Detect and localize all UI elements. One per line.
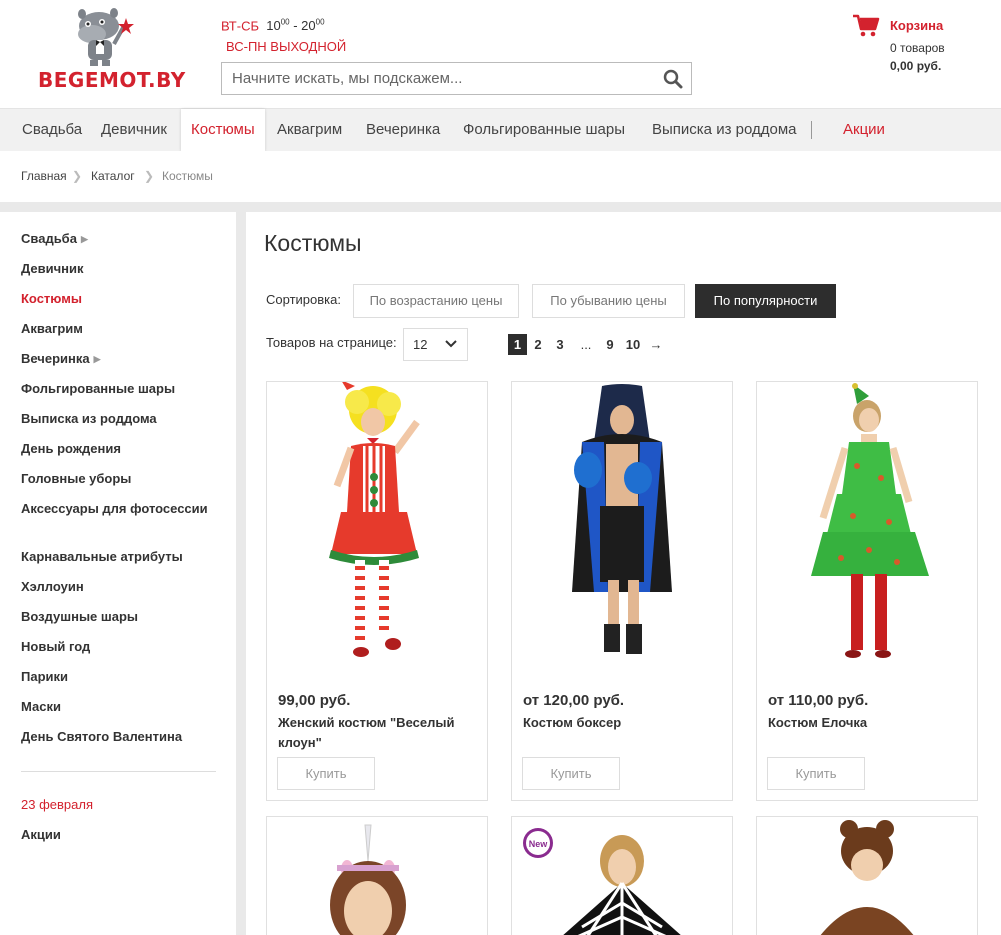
product-card[interactable]: от 110,00 руб. Костюм Елочка Купить — [756, 381, 978, 801]
product-card[interactable]: от 120,00 руб. Костюм боксер Купить — [511, 381, 733, 801]
sidebar-item-birthday[interactable]: День рождения — [21, 440, 211, 458]
topnav-item-facepaint[interactable]: Аквагрим — [277, 109, 342, 152]
sidebar-divider — [21, 771, 216, 772]
product-card[interactable] — [756, 816, 978, 935]
sidebar-item-balloons[interactable]: Воздушные шары — [21, 608, 211, 626]
sort-popularity-button[interactable]: По популярности — [695, 284, 836, 318]
sort-price-desc-button[interactable]: По убыванию цены — [532, 284, 685, 318]
breadcrumb-separator-icon: ❯ — [144, 169, 155, 183]
product-card[interactable]: 99,00 руб. Женский костюм "Веселый клоун… — [266, 381, 488, 801]
breadcrumb-home[interactable]: Главная — [21, 169, 67, 183]
cart-icon[interactable] — [852, 14, 880, 38]
cart-widget[interactable]: Корзина 0 товаров 0,00 руб. — [852, 14, 992, 84]
topnav-item-promotions[interactable]: Акции — [843, 109, 885, 152]
product-price: 99,00 руб. — [278, 692, 351, 709]
buy-button[interactable]: Купить — [767, 757, 865, 790]
sidebar-item-halloween[interactable]: Хэллоуин — [21, 578, 211, 596]
sidebar-item-photo-accessories[interactable]: Аксессуары для фотосессии — [21, 500, 211, 518]
product-price: от 120,00 руб. — [523, 692, 625, 709]
hours-time: 1000 - 2000 — [266, 18, 325, 34]
sidebar-item-wigs[interactable]: Парики — [21, 668, 211, 686]
hippo-mascot-icon — [78, 8, 134, 66]
topnav-item-bachelorette[interactable]: Девичник — [101, 109, 167, 152]
breadcrumb: Главная ❯ Каталог ❯ Костюмы — [0, 151, 1001, 202]
per-page-select[interactable]: 12 — [403, 328, 468, 361]
sidebar-item-facepaint[interactable]: Аквагрим — [21, 320, 211, 338]
topnav-item-foil-balloons[interactable]: Фольгированные шары — [463, 109, 625, 152]
product-image-christmas-tree[interactable] — [757, 382, 977, 672]
sidebar-item-feb23[interactable]: 23 февраля — [21, 796, 211, 814]
product-card[interactable]: New — [511, 816, 733, 935]
breadcrumb-current: Костюмы — [162, 169, 213, 183]
sidebar-item-party[interactable]: Вечеринка ▶ — [21, 350, 211, 368]
logo-text: BEGEMOT.BY — [38, 68, 186, 92]
sort-price-asc-button[interactable]: По возрастанию цены — [353, 284, 519, 318]
sidebar-item-masks[interactable]: Маски — [21, 698, 211, 716]
new-badge-label: New — [529, 839, 549, 849]
logo[interactable]: BEGEMOT.BY — [36, 4, 185, 94]
product-price: от 110,00 руб. — [768, 692, 869, 709]
top-navigation: Свадьба Девичник Костюмы Аквагрим Вечери… — [0, 108, 1001, 152]
breadcrumb-catalog[interactable]: Каталог — [91, 169, 135, 183]
topnav-separator — [811, 121, 812, 139]
product-image-unicorn[interactable] — [267, 817, 487, 935]
main-content: Костюмы Сортировка: По возрастанию цены … — [246, 212, 990, 935]
sidebar-item-costumes[interactable]: Костюмы — [21, 290, 211, 308]
topnav-item-discharge[interactable]: Выписка из роддома — [652, 109, 796, 152]
page-3[interactable]: 3 — [555, 334, 565, 356]
page-10[interactable]: 10 — [625, 334, 641, 356]
product-image-clown[interactable] — [267, 382, 487, 672]
sidebar-item-carnival[interactable]: Карнавальные атрибуты — [21, 548, 211, 566]
cart-title[interactable]: Корзина — [890, 18, 943, 33]
sidebar-item-new-year[interactable]: Новый год — [21, 638, 211, 656]
breadcrumb-separator-icon: ❯ — [72, 169, 83, 183]
sidebar-item-discharge[interactable]: Выписка из роддома — [21, 410, 211, 428]
cart-sum: 0,00 руб. — [890, 59, 942, 73]
working-hours: ВТ-СБ 1000 - 2000 ВС-ПН ВЫХОДНОЙ — [221, 12, 346, 57]
product-image-bear[interactable] — [757, 817, 977, 935]
per-page-label: Товаров на странице: — [266, 335, 397, 350]
per-page-value: 12 — [413, 337, 428, 352]
sort-label: Сортировка: — [266, 292, 341, 307]
page-title: Костюмы — [264, 230, 362, 256]
new-badge-icon: New — [523, 828, 553, 858]
product-image-boxer[interactable] — [512, 382, 732, 672]
sidebar-item-foil-balloons[interactable]: Фольгированные шары — [21, 380, 211, 398]
page-1[interactable]: 1 — [508, 334, 527, 355]
sidebar-item-valentine[interactable]: День Святого Валентина — [21, 728, 211, 746]
hours-days-off: ВС-ПН ВЫХОДНОЙ — [226, 39, 347, 55]
chevron-down-icon — [445, 340, 457, 348]
sidebar-item-headwear[interactable]: Головные уборы — [21, 470, 211, 488]
search-icon[interactable] — [663, 69, 683, 89]
page-2[interactable]: 2 — [533, 334, 543, 356]
sidebar-item-bachelorette[interactable]: Девичник — [21, 260, 211, 278]
buy-button[interactable]: Купить — [522, 757, 620, 790]
product-name[interactable]: Женский костюм "Веселый клоун" — [278, 713, 478, 753]
hours-days-weekday: ВТ-СБ — [221, 18, 259, 34]
site-header: BEGEMOT.BY ВТ-СБ 1000 - 2000 ВС-ПН ВЫХОД… — [0, 0, 1001, 108]
buy-button[interactable]: Купить — [277, 757, 375, 790]
page-next-arrow-icon[interactable]: → — [648, 334, 664, 356]
product-name[interactable]: Костюм боксер — [523, 713, 723, 733]
product-name[interactable]: Костюм Елочка — [768, 713, 968, 733]
cart-count: 0 товаров — [890, 41, 945, 55]
divider — [0, 202, 1001, 212]
chevron-right-icon: ▶ — [93, 354, 101, 364]
chevron-right-icon: ▶ — [80, 234, 88, 244]
sidebar-item-promotions[interactable]: Акции — [21, 826, 211, 844]
topnav-item-costumes[interactable]: Костюмы — [181, 109, 265, 152]
topnav-item-wedding[interactable]: Свадьба — [22, 109, 82, 152]
search-input[interactable] — [222, 63, 642, 94]
topnav-item-party[interactable]: Вечеринка — [366, 109, 440, 152]
search-box[interactable] — [221, 62, 692, 95]
sidebar-item-wedding[interactable]: Свадьба ▶ — [21, 230, 211, 248]
page-ellipsis: ... — [580, 337, 592, 352]
divider — [236, 212, 246, 935]
product-card[interactable] — [266, 816, 488, 935]
sidebar-categories: Свадьба ▶ Девичник Костюмы Аквагрим Вечер… — [0, 212, 236, 935]
page-9[interactable]: 9 — [605, 334, 615, 356]
